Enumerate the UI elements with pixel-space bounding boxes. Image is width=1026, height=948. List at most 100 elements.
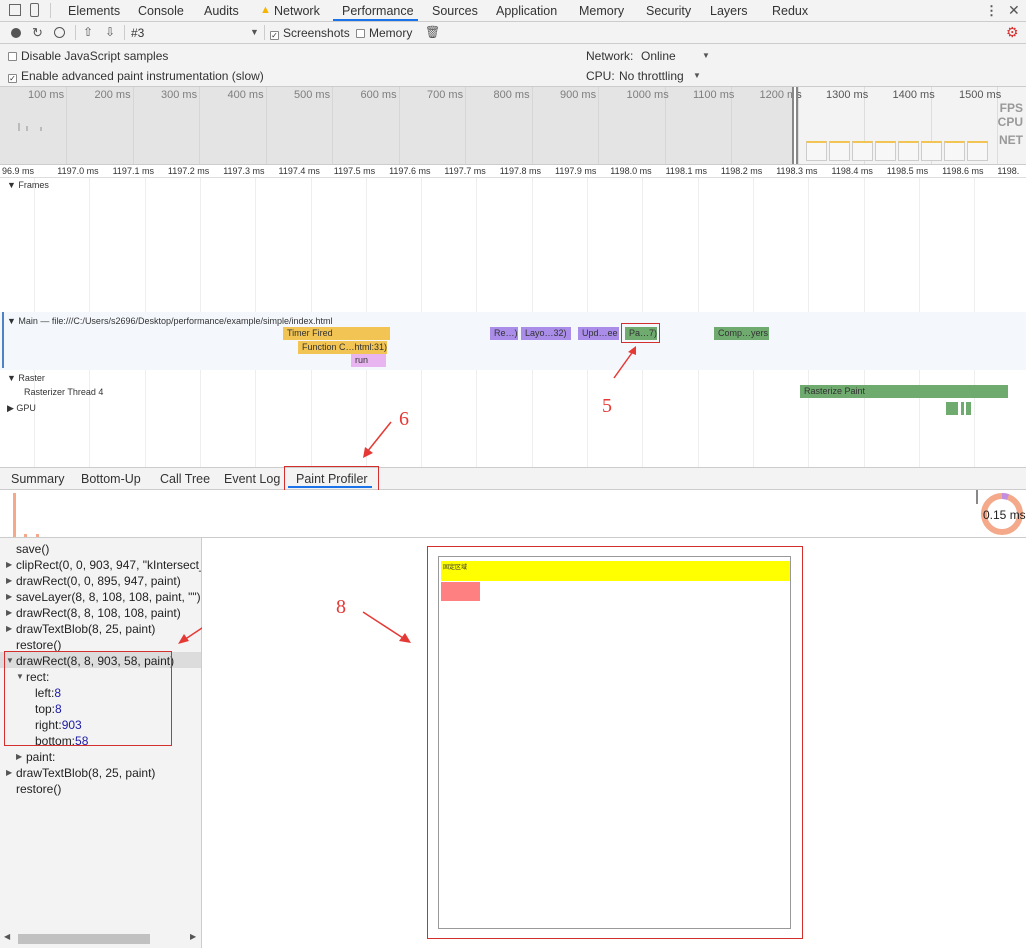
chevron-down-icon[interactable]: ▼ <box>693 71 701 80</box>
ruler-tick-label: 1197.5 ms <box>333 166 376 176</box>
paint-command-bar <box>13 493 16 537</box>
horizontal-scrollbar[interactable]: ◀ ▶ <box>4 932 198 946</box>
capture-settings-pane: Disable JavaScript samples ✓ Enable advan… <box>0 44 1026 87</box>
overview-tick-label: 1400 ms <box>892 89 935 101</box>
device-toolbar-icon[interactable] <box>30 3 39 17</box>
tab-redux[interactable]: Redux <box>772 4 808 18</box>
frames-track-label[interactable]: ▼ Frames <box>7 180 49 190</box>
checkbox-checked-icon[interactable]: ✓ <box>8 74 17 83</box>
tab-elements[interactable]: Elements <box>68 4 120 18</box>
event-recalc-style[interactable]: Re…) <box>490 327 518 340</box>
divider <box>75 25 76 40</box>
checkbox-icon[interactable] <box>8 52 17 61</box>
close-icon[interactable]: ✕ <box>1008 2 1020 19</box>
range-handle[interactable] <box>976 490 978 504</box>
tab-memory[interactable]: Memory <box>579 4 624 18</box>
paint-command-bar <box>36 534 39 537</box>
cpu-graph <box>0 123 790 131</box>
paint-profiler-timeline[interactable]: 0.15 ms <box>0 490 1026 538</box>
scroll-left-icon[interactable]: ◀ <box>4 932 10 941</box>
settings-gear-icon[interactable]: ⚙ <box>1006 24 1019 41</box>
tab-network[interactable]: Network <box>274 4 320 18</box>
main-track-label[interactable]: ▼ Main — file:///C:/Users/s2696/Desktop/… <box>7 316 333 326</box>
event-update-layer-tree[interactable]: Upd…ee <box>578 327 619 340</box>
tab-console[interactable]: Console <box>138 4 184 18</box>
tab-bottom-up[interactable]: Bottom-Up <box>81 472 141 486</box>
selection-handle[interactable] <box>792 87 798 164</box>
expand-arrow-icon[interactable]: ▶ <box>16 752 22 761</box>
inspect-element-icon[interactable] <box>9 4 21 16</box>
log-item[interactable]: drawRect(8, 8, 108, 108, paint) <box>16 606 181 620</box>
chevron-down-icon[interactable]: ▼ <box>250 27 259 37</box>
ruler-tick-label: 1198.1 ms <box>665 166 707 176</box>
overview-tick-label: 1500 ms <box>959 89 1002 101</box>
log-item[interactable]: restore() <box>16 782 61 796</box>
tab-summary[interactable]: Summary <box>11 472 64 486</box>
filmstrip-frame <box>898 141 919 161</box>
event-timer-fired[interactable]: Timer Fired <box>283 327 390 340</box>
raster-label: Raster <box>18 373 45 383</box>
gpu-event[interactable] <box>946 402 958 415</box>
log-item[interactable]: drawTextBlob(8, 25, paint) <box>16 622 155 636</box>
tab-layers[interactable]: Layers <box>710 4 748 18</box>
tab-event-log[interactable]: Event Log <box>224 472 280 486</box>
event-rasterize-paint[interactable]: Rasterize Paint <box>800 385 1008 398</box>
event-layout[interactable]: Layo…32) <box>521 327 571 340</box>
tab-performance[interactable]: Performance <box>342 4 414 18</box>
tab-security[interactable]: Security <box>646 4 691 18</box>
cpu-throttle-select[interactable]: No throttling <box>619 69 684 83</box>
more-options-icon[interactable]: ⋮ <box>985 3 998 19</box>
ruler-tick-label: 1197.2 ms <box>167 166 210 176</box>
reload-icon[interactable]: ↻ <box>32 25 43 41</box>
paint-property[interactable]: paint: <box>26 750 55 764</box>
memory-checkbox[interactable]: Memory <box>356 26 412 40</box>
event-run[interactable]: run <box>351 354 386 367</box>
devtools-tab-bar: Elements Console Audits ▲ Network Perfor… <box>0 0 1026 22</box>
advanced-paint-checkbox[interactable]: ✓ Enable advanced paint instrumentation (… <box>8 69 264 83</box>
upload-icon[interactable]: ⇧ <box>83 25 93 39</box>
event-composite-layers[interactable]: Comp…yers <box>714 327 769 340</box>
log-item[interactable]: drawTextBlob(8, 25, paint) <box>16 766 155 780</box>
gpu-event[interactable] <box>966 402 971 415</box>
scrollbar-thumb[interactable] <box>18 934 150 944</box>
rasterizer-thread-label: Rasterizer Thread 4 <box>24 387 104 397</box>
record-icon[interactable] <box>11 28 21 38</box>
tab-application[interactable]: Application <box>496 4 557 18</box>
expand-arrow-icon[interactable]: ▶ <box>6 560 12 569</box>
gpu-track-label[interactable]: ▶ GPU <box>7 403 36 414</box>
clear-icon[interactable] <box>54 27 65 38</box>
download-icon[interactable]: ⇩ <box>105 25 115 39</box>
disable-js-samples-checkbox[interactable]: Disable JavaScript samples <box>8 49 168 63</box>
tab-audits[interactable]: Audits <box>204 4 239 18</box>
log-item[interactable]: restore() <box>16 638 61 652</box>
event-function-call[interactable]: Function C…html:31) <box>298 341 387 354</box>
annotation-arrow-5 <box>613 346 636 379</box>
ruler-tick-label: 1198.3 ms <box>776 166 818 176</box>
checkbox-icon[interactable] <box>356 29 365 38</box>
scroll-right-icon[interactable]: ▶ <box>190 932 196 941</box>
expand-arrow-icon[interactable]: ▶ <box>6 576 12 585</box>
checkbox-checked-icon[interactable]: ✓ <box>270 31 279 40</box>
banner-text: 固定区域 <box>443 565 468 571</box>
expand-arrow-icon[interactable]: ▶ <box>6 608 12 617</box>
raster-track-label[interactable]: ▼ Raster <box>7 373 45 383</box>
network-throttle-select[interactable]: Online <box>641 49 676 63</box>
screenshot-filmstrip <box>806 141 1006 161</box>
log-item[interactable]: drawRect(0, 0, 895, 947, paint) <box>16 574 181 588</box>
expand-arrow-icon[interactable]: ▶ <box>6 624 12 633</box>
ruler-tick-label: 1198.2 ms <box>720 166 763 176</box>
log-item[interactable]: save() <box>16 542 49 556</box>
filmstrip-frame <box>875 141 896 161</box>
profile-select[interactable]: #3 <box>131 26 144 40</box>
expand-arrow-icon[interactable]: ▶ <box>6 592 12 601</box>
screenshots-checkbox[interactable]: ✓ Screenshots <box>270 26 350 40</box>
log-item[interactable]: clipRect(0, 0, 903, 947, "kIntersect_0 <box>16 558 201 572</box>
annotation-number-5: 5 <box>602 395 612 417</box>
tab-call-tree[interactable]: Call Tree <box>160 472 210 486</box>
expand-arrow-icon[interactable]: ▶ <box>6 768 12 777</box>
timeline-overview[interactable]: 100 ms 200 ms 300 ms 400 ms 500 ms 600 ms 700 … <box>0 87 1026 165</box>
gpu-event[interactable] <box>961 402 964 415</box>
trash-icon[interactable]: 🗑 <box>425 25 440 39</box>
tab-sources[interactable]: Sources <box>432 4 478 18</box>
chevron-down-icon[interactable]: ▼ <box>702 51 710 60</box>
